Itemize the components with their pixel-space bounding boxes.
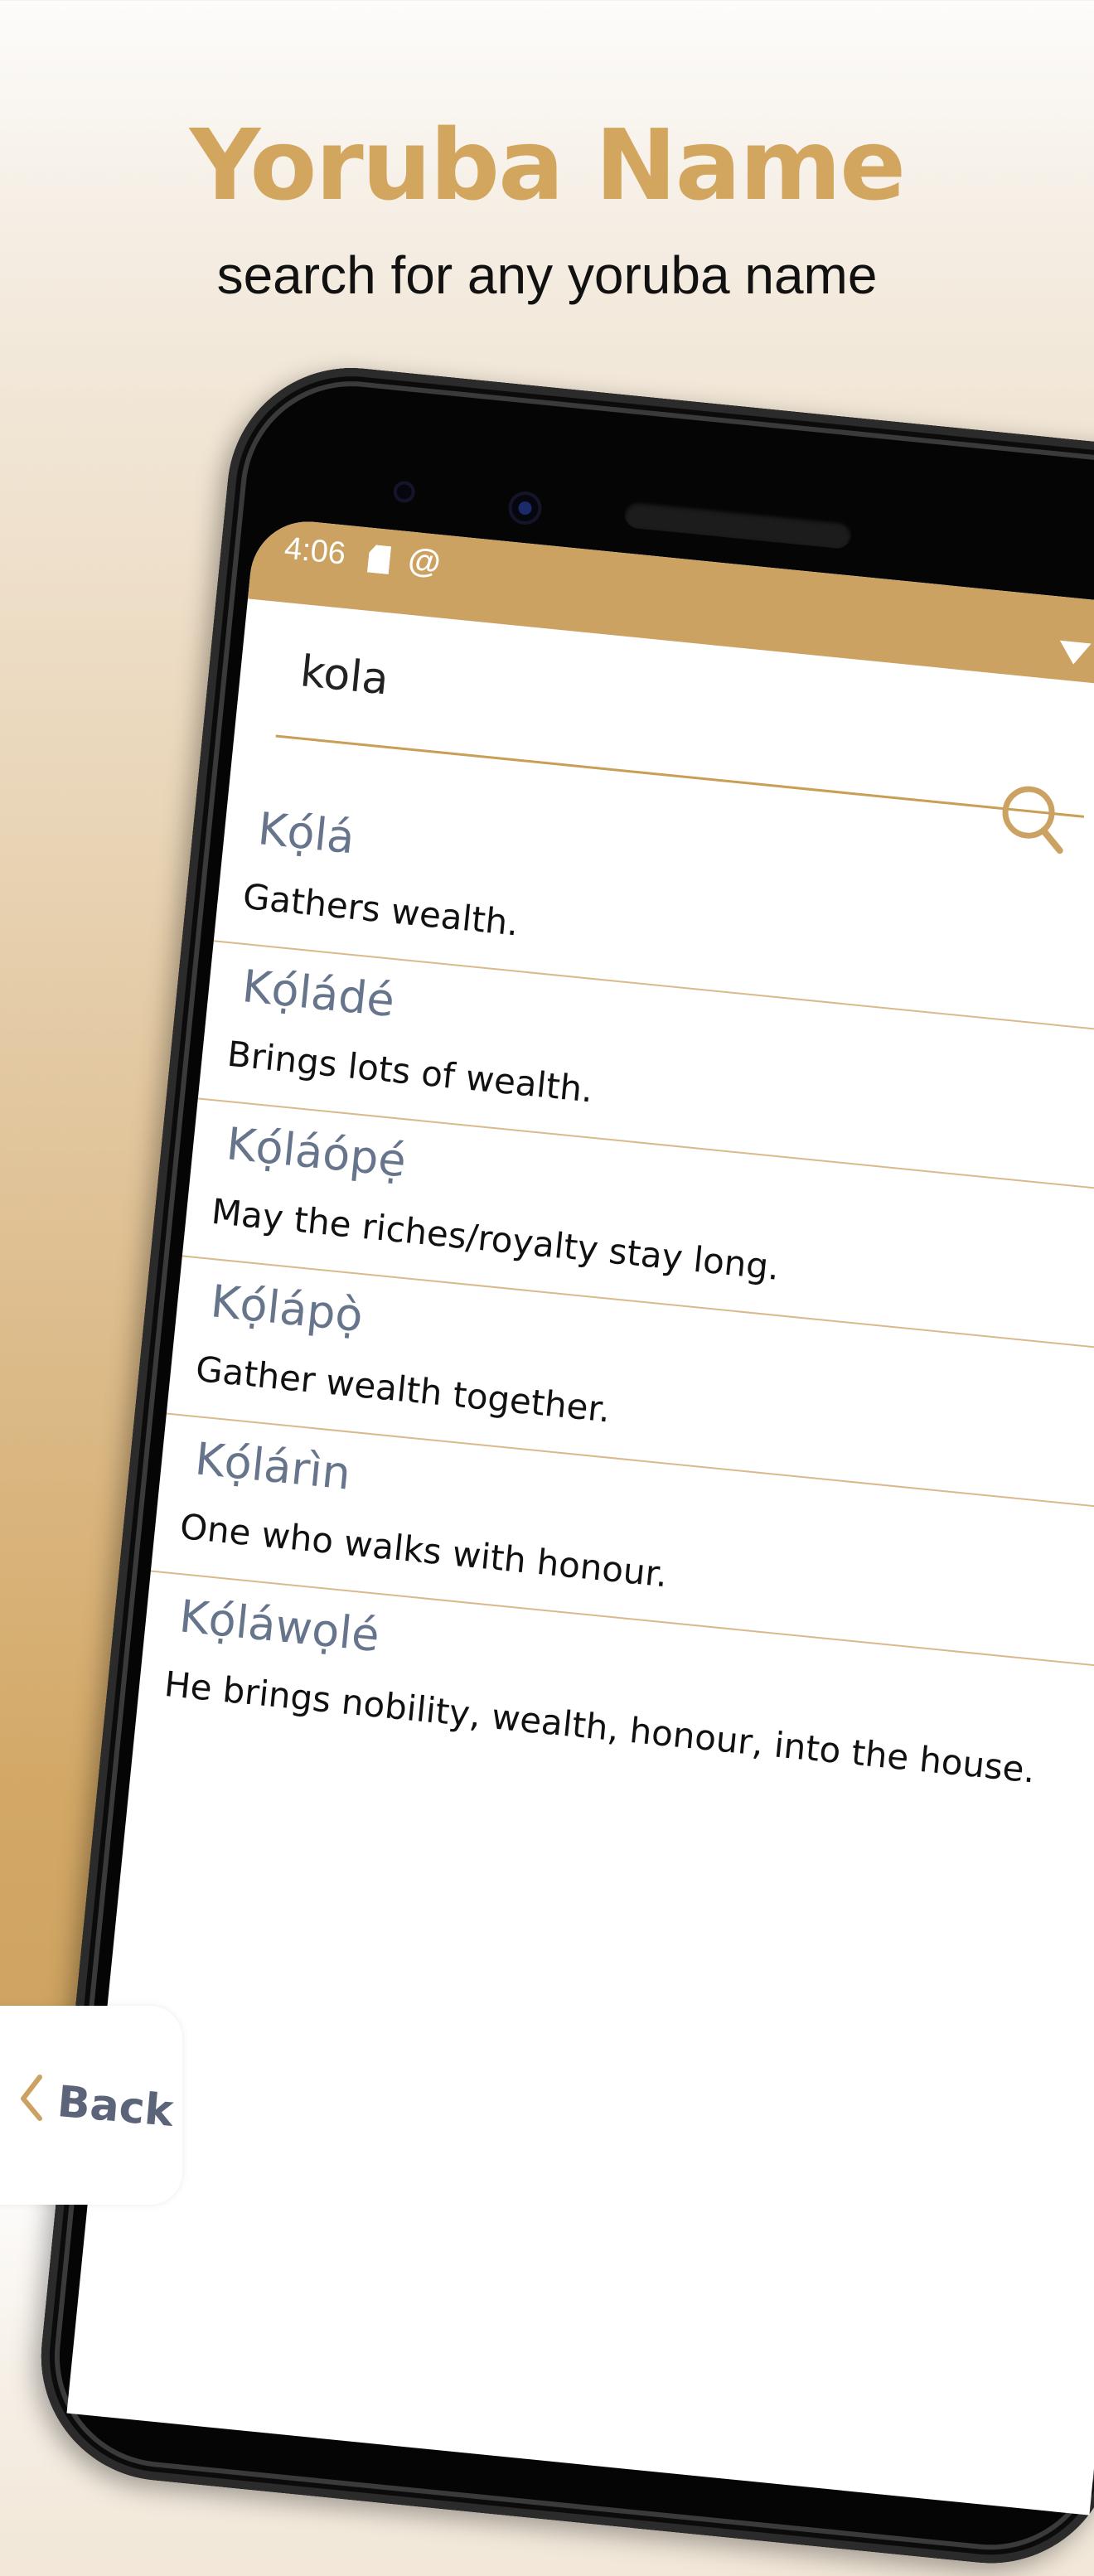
at-icon: @ xyxy=(406,541,443,582)
back-label: Back xyxy=(55,2077,176,2137)
wifi-icon xyxy=(1058,635,1092,666)
name-text: Kọ́láwọlé xyxy=(177,1590,382,1663)
name-text: Kọ́láópẹ́ xyxy=(224,1117,409,1188)
chevron-left-icon xyxy=(21,2075,42,2121)
name-text: Kọ́lápọ̀ xyxy=(208,1275,365,1343)
name-text: Kọ́ládé xyxy=(240,960,397,1028)
name-text: Kọ́lárìn xyxy=(192,1432,353,1500)
promo-subtitle: search for any yoruba name xyxy=(216,245,878,305)
status-time: 4:06 xyxy=(283,530,347,572)
meaning-text: He brings nobility, wealth, honour, into… xyxy=(162,1663,1038,1791)
search-icon[interactable] xyxy=(993,778,1074,859)
sd-card-icon xyxy=(367,545,391,574)
promo-title: Yoruba Name xyxy=(189,108,906,222)
name-text: Kọ́lá xyxy=(255,802,357,864)
back-button[interactable]: Back xyxy=(0,2006,182,2205)
meaning-text: Gather wealth together. xyxy=(194,1348,612,1431)
meaning-text: Brings lots of wealth. xyxy=(225,1033,595,1111)
results-list: Kọ́lá Gathers wealth. Kọ́ládé Brings lot… xyxy=(135,784,1094,1830)
meaning-text: Gathers wealth. xyxy=(240,875,520,944)
phone-mockup: 4:06 @ Kọ́lá Gathers wealth. Kọ́ládé Bri… xyxy=(29,356,1094,2575)
